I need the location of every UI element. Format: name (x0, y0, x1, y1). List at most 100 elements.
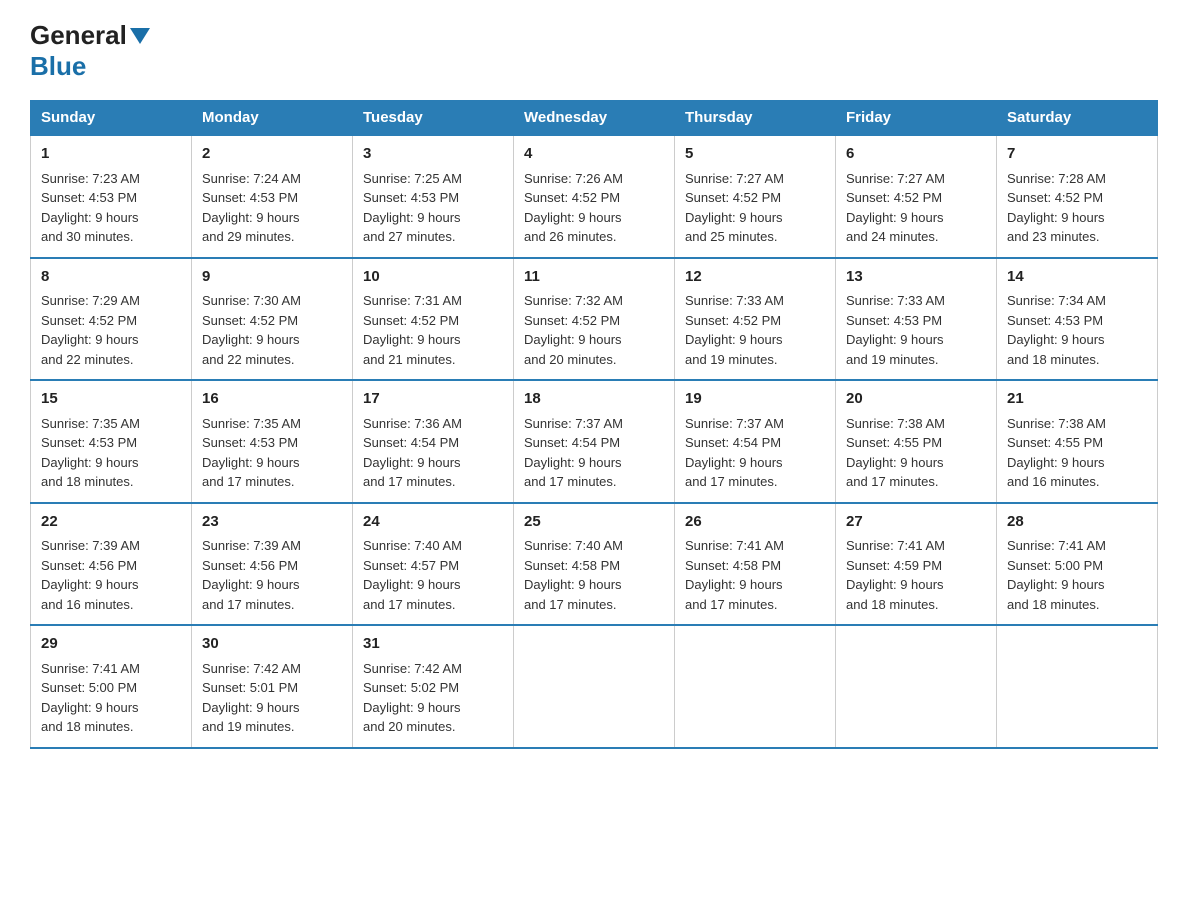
day-number: 30 (202, 633, 342, 656)
day-info: Sunrise: 7:42 AMSunset: 5:02 PMDaylight:… (363, 661, 462, 735)
calendar-cell: 15 Sunrise: 7:35 AMSunset: 4:53 PMDaylig… (31, 380, 192, 503)
calendar-cell: 31 Sunrise: 7:42 AMSunset: 5:02 PMDaylig… (353, 625, 514, 748)
weekday-header-row: SundayMondayTuesdayWednesdayThursdayFrid… (31, 101, 1158, 136)
day-number: 3 (363, 143, 503, 166)
calendar-cell: 10 Sunrise: 7:31 AMSunset: 4:52 PMDaylig… (353, 258, 514, 381)
day-info: Sunrise: 7:35 AMSunset: 4:53 PMDaylight:… (202, 416, 301, 490)
calendar-cell: 27 Sunrise: 7:41 AMSunset: 4:59 PMDaylig… (836, 503, 997, 626)
day-number: 22 (41, 511, 181, 534)
day-number: 1 (41, 143, 181, 166)
day-info: Sunrise: 7:27 AMSunset: 4:52 PMDaylight:… (685, 171, 784, 245)
calendar-cell (997, 625, 1158, 748)
calendar-table: SundayMondayTuesdayWednesdayThursdayFrid… (30, 100, 1158, 749)
weekday-header-monday: Monday (192, 101, 353, 136)
day-number: 4 (524, 143, 664, 166)
calendar-cell: 22 Sunrise: 7:39 AMSunset: 4:56 PMDaylig… (31, 503, 192, 626)
calendar-cell: 14 Sunrise: 7:34 AMSunset: 4:53 PMDaylig… (997, 258, 1158, 381)
calendar-week-row: 1 Sunrise: 7:23 AMSunset: 4:53 PMDayligh… (31, 135, 1158, 258)
calendar-cell: 1 Sunrise: 7:23 AMSunset: 4:53 PMDayligh… (31, 135, 192, 258)
calendar-cell: 23 Sunrise: 7:39 AMSunset: 4:56 PMDaylig… (192, 503, 353, 626)
day-info: Sunrise: 7:27 AMSunset: 4:52 PMDaylight:… (846, 171, 945, 245)
calendar-cell: 19 Sunrise: 7:37 AMSunset: 4:54 PMDaylig… (675, 380, 836, 503)
day-info: Sunrise: 7:28 AMSunset: 4:52 PMDaylight:… (1007, 171, 1106, 245)
day-info: Sunrise: 7:32 AMSunset: 4:52 PMDaylight:… (524, 293, 623, 367)
day-number: 29 (41, 633, 181, 656)
day-info: Sunrise: 7:39 AMSunset: 4:56 PMDaylight:… (41, 538, 140, 612)
calendar-cell: 30 Sunrise: 7:42 AMSunset: 5:01 PMDaylig… (192, 625, 353, 748)
calendar-cell: 8 Sunrise: 7:29 AMSunset: 4:52 PMDayligh… (31, 258, 192, 381)
day-number: 13 (846, 266, 986, 289)
weekday-header-thursday: Thursday (675, 101, 836, 136)
calendar-week-row: 15 Sunrise: 7:35 AMSunset: 4:53 PMDaylig… (31, 380, 1158, 503)
logo-triangle-icon (130, 28, 150, 44)
calendar-cell: 13 Sunrise: 7:33 AMSunset: 4:53 PMDaylig… (836, 258, 997, 381)
calendar-cell: 4 Sunrise: 7:26 AMSunset: 4:52 PMDayligh… (514, 135, 675, 258)
day-info: Sunrise: 7:37 AMSunset: 4:54 PMDaylight:… (524, 416, 623, 490)
day-info: Sunrise: 7:37 AMSunset: 4:54 PMDaylight:… (685, 416, 784, 490)
day-number: 28 (1007, 511, 1147, 534)
calendar-cell: 29 Sunrise: 7:41 AMSunset: 5:00 PMDaylig… (31, 625, 192, 748)
day-number: 19 (685, 388, 825, 411)
day-number: 11 (524, 266, 664, 289)
day-number: 2 (202, 143, 342, 166)
day-number: 24 (363, 511, 503, 534)
day-number: 6 (846, 143, 986, 166)
calendar-cell: 7 Sunrise: 7:28 AMSunset: 4:52 PMDayligh… (997, 135, 1158, 258)
calendar-week-row: 22 Sunrise: 7:39 AMSunset: 4:56 PMDaylig… (31, 503, 1158, 626)
day-number: 18 (524, 388, 664, 411)
day-info: Sunrise: 7:24 AMSunset: 4:53 PMDaylight:… (202, 171, 301, 245)
day-number: 31 (363, 633, 503, 656)
calendar-cell (836, 625, 997, 748)
day-info: Sunrise: 7:33 AMSunset: 4:53 PMDaylight:… (846, 293, 945, 367)
day-info: Sunrise: 7:40 AMSunset: 4:57 PMDaylight:… (363, 538, 462, 612)
day-info: Sunrise: 7:41 AMSunset: 4:59 PMDaylight:… (846, 538, 945, 612)
calendar-cell: 3 Sunrise: 7:25 AMSunset: 4:53 PMDayligh… (353, 135, 514, 258)
day-info: Sunrise: 7:30 AMSunset: 4:52 PMDaylight:… (202, 293, 301, 367)
day-number: 9 (202, 266, 342, 289)
calendar-cell (675, 625, 836, 748)
day-info: Sunrise: 7:38 AMSunset: 4:55 PMDaylight:… (1007, 416, 1106, 490)
calendar-cell: 11 Sunrise: 7:32 AMSunset: 4:52 PMDaylig… (514, 258, 675, 381)
day-info: Sunrise: 7:40 AMSunset: 4:58 PMDaylight:… (524, 538, 623, 612)
day-info: Sunrise: 7:41 AMSunset: 4:58 PMDaylight:… (685, 538, 784, 612)
day-info: Sunrise: 7:39 AMSunset: 4:56 PMDaylight:… (202, 538, 301, 612)
day-number: 5 (685, 143, 825, 166)
day-number: 8 (41, 266, 181, 289)
day-number: 14 (1007, 266, 1147, 289)
calendar-cell: 6 Sunrise: 7:27 AMSunset: 4:52 PMDayligh… (836, 135, 997, 258)
day-info: Sunrise: 7:36 AMSunset: 4:54 PMDaylight:… (363, 416, 462, 490)
day-number: 7 (1007, 143, 1147, 166)
calendar-cell: 24 Sunrise: 7:40 AMSunset: 4:57 PMDaylig… (353, 503, 514, 626)
logo-blue-text: Blue (30, 51, 86, 82)
logo-general-text: General (30, 20, 127, 51)
weekday-header-sunday: Sunday (31, 101, 192, 136)
day-number: 27 (846, 511, 986, 534)
day-info: Sunrise: 7:26 AMSunset: 4:52 PMDaylight:… (524, 171, 623, 245)
day-info: Sunrise: 7:35 AMSunset: 4:53 PMDaylight:… (41, 416, 140, 490)
day-number: 15 (41, 388, 181, 411)
calendar-cell: 28 Sunrise: 7:41 AMSunset: 5:00 PMDaylig… (997, 503, 1158, 626)
day-info: Sunrise: 7:41 AMSunset: 5:00 PMDaylight:… (41, 661, 140, 735)
day-info: Sunrise: 7:33 AMSunset: 4:52 PMDaylight:… (685, 293, 784, 367)
day-number: 16 (202, 388, 342, 411)
calendar-cell: 17 Sunrise: 7:36 AMSunset: 4:54 PMDaylig… (353, 380, 514, 503)
day-number: 12 (685, 266, 825, 289)
weekday-header-wednesday: Wednesday (514, 101, 675, 136)
calendar-cell: 18 Sunrise: 7:37 AMSunset: 4:54 PMDaylig… (514, 380, 675, 503)
calendar-cell: 20 Sunrise: 7:38 AMSunset: 4:55 PMDaylig… (836, 380, 997, 503)
calendar-week-row: 8 Sunrise: 7:29 AMSunset: 4:52 PMDayligh… (31, 258, 1158, 381)
calendar-week-row: 29 Sunrise: 7:41 AMSunset: 5:00 PMDaylig… (31, 625, 1158, 748)
day-info: Sunrise: 7:23 AMSunset: 4:53 PMDaylight:… (41, 171, 140, 245)
day-info: Sunrise: 7:25 AMSunset: 4:53 PMDaylight:… (363, 171, 462, 245)
calendar-cell: 5 Sunrise: 7:27 AMSunset: 4:52 PMDayligh… (675, 135, 836, 258)
day-number: 17 (363, 388, 503, 411)
calendar-cell: 12 Sunrise: 7:33 AMSunset: 4:52 PMDaylig… (675, 258, 836, 381)
calendar-cell: 25 Sunrise: 7:40 AMSunset: 4:58 PMDaylig… (514, 503, 675, 626)
calendar-cell: 9 Sunrise: 7:30 AMSunset: 4:52 PMDayligh… (192, 258, 353, 381)
weekday-header-tuesday: Tuesday (353, 101, 514, 136)
calendar-cell: 16 Sunrise: 7:35 AMSunset: 4:53 PMDaylig… (192, 380, 353, 503)
weekday-header-friday: Friday (836, 101, 997, 136)
day-info: Sunrise: 7:34 AMSunset: 4:53 PMDaylight:… (1007, 293, 1106, 367)
logo: General Blue (30, 20, 150, 82)
day-number: 25 (524, 511, 664, 534)
